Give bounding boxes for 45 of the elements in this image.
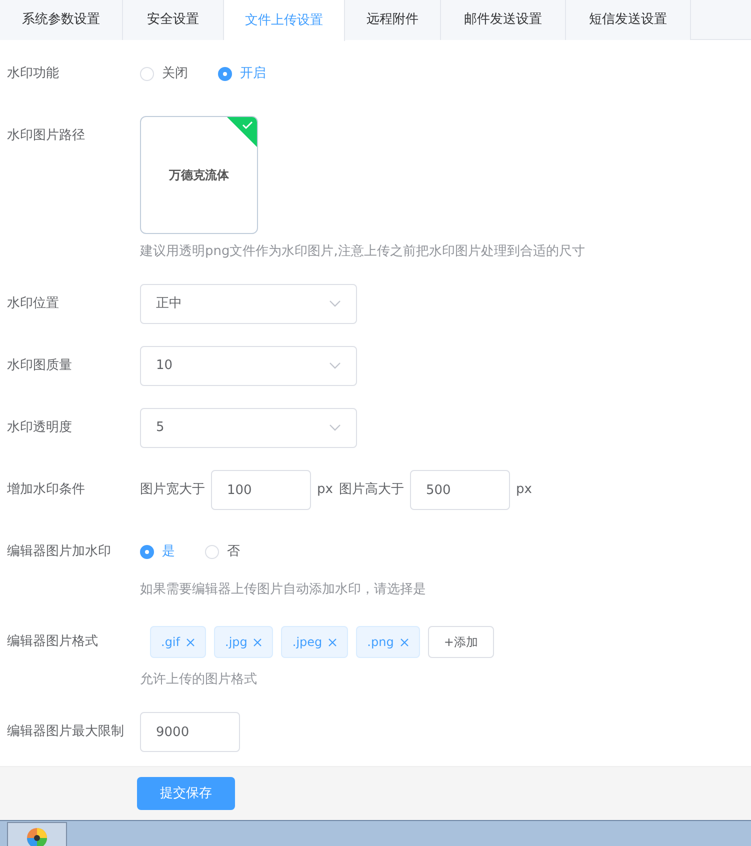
image-text: 万德克流体 <box>169 167 229 184</box>
close-icon[interactable] <box>253 638 262 646</box>
field-label: 增加水印条件 <box>6 481 86 499</box>
radio-option[interactable]: 关闭 <box>140 64 188 84</box>
field-label: 编辑器图片格式 <box>6 633 99 651</box>
number-input[interactable]: 100 <box>211 470 311 510</box>
tab[interactable]: 邮件发送设置 <box>441 0 566 40</box>
field-label: 水印透明度 <box>6 419 73 437</box>
format-tag: .png <box>356 626 420 658</box>
close-icon[interactable] <box>328 638 338 646</box>
field-label: 编辑器图片最大限制 <box>6 723 125 741</box>
close-icon[interactable] <box>186 638 195 646</box>
chevron-down-icon <box>329 424 341 432</box>
select-field[interactable]: 10 <box>140 346 357 386</box>
format-tag: .jpg <box>214 626 274 658</box>
close-icon[interactable] <box>400 638 409 646</box>
field-label: 水印功能 <box>6 65 60 83</box>
select-field[interactable]: 5 <box>140 408 357 448</box>
format-tag: .jpeg <box>281 626 348 658</box>
field-label: 水印图质量 <box>6 357 73 375</box>
field-label: 水印位置 <box>6 295 60 313</box>
condition-label: 图片宽大于 <box>140 481 205 500</box>
chevron-down-icon <box>329 362 341 370</box>
select-field[interactable]: 正中 <box>140 284 357 324</box>
hint-text: 允许上传的图片格式 <box>140 671 258 689</box>
add-tag-button[interactable]: +添加 <box>428 626 494 658</box>
condition-label: 图片高大于 <box>338 481 404 500</box>
chevron-down-icon <box>329 300 341 308</box>
tab[interactable]: 远程附件 <box>345 0 441 40</box>
hint-text: 如果需要编辑器上传图片自动添加水印，请选择是 <box>140 581 427 599</box>
tab[interactable]: 短信发送设置 <box>566 0 691 40</box>
unit-label: px <box>317 481 333 500</box>
radio-option[interactable]: 否 <box>205 542 240 562</box>
tab[interactable]: 系统参数设置 <box>0 0 123 40</box>
number-input[interactable]: 9000 <box>140 712 240 752</box>
color-wheel-icon <box>26 827 48 846</box>
tab[interactable]: 安全设置 <box>123 0 224 40</box>
hint-text: 建议用透明png文件作为水印图片,注意上传之前把水印图片处理到合适的尺寸 <box>140 243 586 261</box>
uploaded-image[interactable]: 万德克流体 <box>140 116 258 234</box>
taskbar-app-button[interactable] <box>7 822 67 846</box>
field-label: 水印图片路径 <box>6 127 86 145</box>
format-tag: .gif <box>150 626 206 658</box>
unit-label: px <box>516 481 532 500</box>
number-input[interactable]: 500 <box>410 470 510 510</box>
field-label: 编辑器图片加水印 <box>6 543 112 561</box>
